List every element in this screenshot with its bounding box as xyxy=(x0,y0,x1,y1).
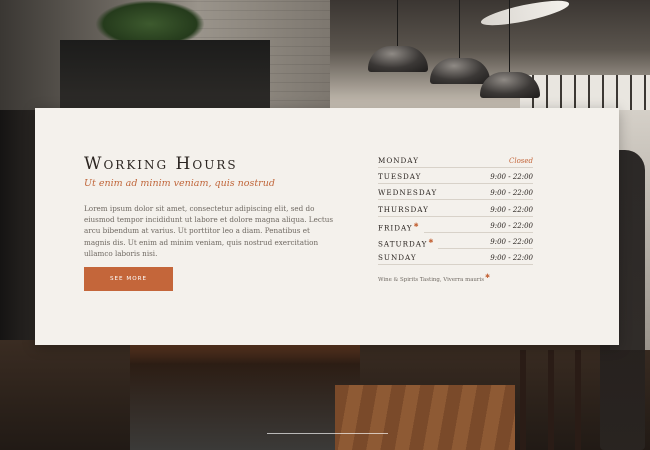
time-value: 9:00 - 22:00 xyxy=(486,188,533,199)
day-label: Wednesday xyxy=(378,188,442,199)
day-label: Sunday xyxy=(378,253,421,264)
slide-indicator[interactable] xyxy=(267,433,388,434)
time-value: 9:00 - 22:00 xyxy=(486,204,533,215)
day-label: Saturday✱ xyxy=(378,236,439,250)
day-name: Tuesday xyxy=(378,172,422,182)
time-value: 9:00 - 22:00 xyxy=(486,220,533,231)
pendant-lamp xyxy=(480,0,540,98)
see-more-button[interactable]: SEE MORE xyxy=(84,267,173,291)
dotted-divider xyxy=(378,167,533,168)
day-label: Friday✱ xyxy=(378,220,424,234)
hours-row: Thursday 9:00 - 22:00 xyxy=(378,204,533,221)
hours-row: Wednesday 9:00 - 22:00 xyxy=(378,188,533,204)
description: Lorem ipsum dolor sit amet, consectetur … xyxy=(84,204,334,258)
bar-stool xyxy=(548,350,554,450)
working-hours-card: Working Hours Ut enim ad minim veniam, q… xyxy=(35,108,619,345)
subtitle: Ut enim ad minim veniam, quis nostrud xyxy=(84,178,275,189)
day-name: Wednesday xyxy=(378,188,438,198)
dotted-divider xyxy=(378,199,533,201)
dotted-divider xyxy=(378,215,533,217)
day-name: Saturday xyxy=(378,239,428,249)
hours-row: Saturday✱ 9:00 - 22:00 xyxy=(378,236,533,253)
potted-plant xyxy=(95,0,205,40)
star-icon: ✱ xyxy=(413,221,420,229)
day-name: Monday xyxy=(378,156,419,165)
wooden-table xyxy=(335,385,515,450)
bar-counter xyxy=(130,345,360,450)
day-name: Thursday xyxy=(378,204,429,214)
star-icon: ✱ xyxy=(484,273,491,280)
star-icon: ✱ xyxy=(428,237,435,245)
day-name: Friday xyxy=(378,223,413,233)
hours-row: Monday Closed xyxy=(378,156,533,172)
day-label: Thursday xyxy=(378,204,433,215)
pendant-lamp xyxy=(368,0,428,72)
time-value: 9:00 - 22:00 xyxy=(486,236,533,247)
pendant-lamp xyxy=(430,0,490,84)
tasting-note: Wine & Spirits Tasting, Viverra mauris✱ xyxy=(378,273,490,283)
day-name: Sunday xyxy=(378,253,417,263)
hours-row: Sunday 9:00 - 22:00 xyxy=(378,253,533,269)
time-value: Closed xyxy=(504,156,533,166)
day-label: Monday xyxy=(378,156,423,166)
day-label: Tuesday xyxy=(378,172,426,183)
dotted-divider xyxy=(378,183,533,185)
page-title: Working Hours xyxy=(84,154,238,174)
hours-row: Friday✱ 9:00 - 22:00 xyxy=(378,220,533,237)
hours-row: Tuesday 9:00 - 22:00 xyxy=(378,172,533,188)
dotted-divider xyxy=(378,264,533,266)
time-value: 9:00 - 22:00 xyxy=(486,253,533,264)
bar-stool xyxy=(575,350,581,450)
time-value: 9:00 - 22:00 xyxy=(486,172,533,183)
tasting-note-text: Wine & Spirits Tasting, Viverra mauris xyxy=(378,276,484,283)
back-bar-shelf xyxy=(60,40,270,110)
hours-list: Monday Closed Tuesday 9:00 - 22:00 Wednesday… xyxy=(378,156,533,269)
bar-stool xyxy=(520,350,526,450)
